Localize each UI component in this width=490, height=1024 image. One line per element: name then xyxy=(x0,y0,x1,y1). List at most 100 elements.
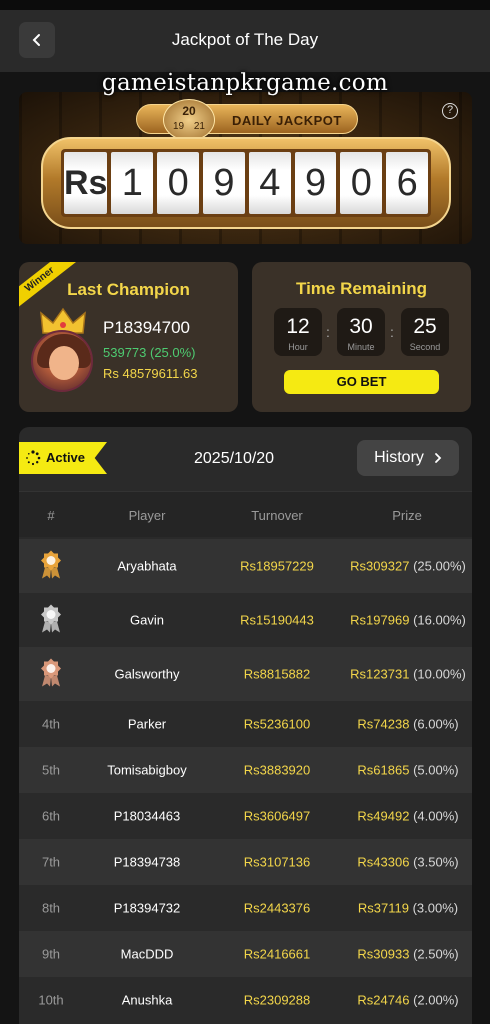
turnover-value: Rs2309288 xyxy=(243,992,311,1008)
status-strip xyxy=(0,0,490,10)
last-champion-card: Winner Last Champion P18394700 539773 (2… xyxy=(19,262,238,412)
turnover-value: Rs2416661 xyxy=(243,946,311,962)
chevron-right-icon xyxy=(434,453,442,463)
digit-reel: 9 xyxy=(203,152,245,214)
player-name: P18394738 xyxy=(113,854,181,870)
time-remaining-card: Time Remaining 12 Hour : 30 Minute : 25 … xyxy=(252,262,471,412)
player-name: Anushka xyxy=(121,992,173,1008)
digit-reel: 6 xyxy=(386,152,429,214)
champion-prize: Rs 48579611.63 xyxy=(103,366,198,381)
watermark-text: gameistanpkrgame.com xyxy=(101,70,389,96)
clock-day: 20 xyxy=(182,104,196,118)
table-header: # Player Turnover Prize xyxy=(19,491,472,537)
jackpot-counter: Rs 1094906 xyxy=(41,137,451,229)
prize-value: Rs309327 (25.00%) xyxy=(350,559,466,574)
player-name: Parker xyxy=(127,716,167,732)
turnover-value: Rs15190443 xyxy=(240,612,314,628)
daily-jackpot-label: DAILY JACKPOT xyxy=(232,113,342,128)
player-name: P18034463 xyxy=(113,808,181,824)
daily-jackpot-badge: 20 19 21 DAILY JACKPOT xyxy=(136,99,358,141)
champion-avatar xyxy=(31,330,93,392)
bronze-medal-icon xyxy=(39,658,63,691)
rank-label: 4th xyxy=(41,716,61,732)
prize-amount: Rs123731 xyxy=(350,666,410,682)
player-name: Gavin xyxy=(130,612,164,628)
table-row: 7th P18394738 Rs3107136 Rs43306 (3.50%) xyxy=(19,839,472,885)
table-row: 5th Tomisabigboy Rs3883920 Rs61865 (5.00%) xyxy=(19,747,472,793)
turnover-value: Rs18957229 xyxy=(240,558,314,574)
prize-value: Rs49492 (4.00%) xyxy=(357,809,458,824)
prize-amount: Rs309327 xyxy=(350,558,410,574)
rank-label: 7th xyxy=(41,854,61,870)
prize-amount: Rs43306 xyxy=(357,854,410,870)
rank-label: 10th xyxy=(38,992,64,1008)
prize-percent: (2.00%) xyxy=(413,992,459,1008)
go-bet-button[interactable]: GO BET xyxy=(284,370,439,394)
colon-separator: : xyxy=(390,324,394,340)
spinner-icon xyxy=(26,450,41,466)
counter-reels: Rs 1094906 xyxy=(61,149,431,217)
hour-box: 12 Hour xyxy=(274,308,322,356)
prize-value: Rs74238 (6.00%) xyxy=(357,717,458,732)
prize-amount: Rs74238 xyxy=(357,716,410,732)
rank-label: 5th xyxy=(41,762,61,778)
prize-value: Rs24746 (2.00%) xyxy=(357,993,458,1008)
history-button[interactable]: History xyxy=(357,440,459,476)
header-bar: Jackpot of The Day xyxy=(0,10,490,72)
prize-percent: (4.00%) xyxy=(413,808,459,824)
leaderboard: Active 2025/10/20 History # Player Turno… xyxy=(19,427,472,1024)
table-row: 9th MacDDD Rs2416661 Rs30933 (2.50%) xyxy=(19,931,472,977)
turnover-value: Rs3107136 xyxy=(243,854,311,870)
hour-value: 12 xyxy=(286,315,310,338)
active-status-badge: Active xyxy=(19,442,107,474)
column-rank: # xyxy=(47,508,55,523)
turnover-value: Rs5236100 xyxy=(243,716,311,732)
prize-percent: (16.00%) xyxy=(413,612,466,628)
hour-label: Hour xyxy=(288,342,308,352)
clock-left: 19 xyxy=(173,121,185,132)
player-name: P18394732 xyxy=(113,900,181,916)
silver-medal-icon xyxy=(39,604,63,637)
table-row: 8th P18394732 Rs2443376 Rs37119 (3.00%) xyxy=(19,885,472,931)
minute-label: Minute xyxy=(347,342,375,352)
page-title: Jackpot of The Day xyxy=(171,30,319,49)
prize-amount: Rs49492 xyxy=(357,808,410,824)
prize-amount: Rs24746 xyxy=(357,992,410,1008)
second-box: 25 Second xyxy=(401,308,449,356)
digit-reel: 1 xyxy=(111,152,154,214)
table-row: Gavin Rs15190443 Rs197969 (16.00%) xyxy=(19,593,472,647)
champion-name: P18394700 xyxy=(103,318,190,337)
prize-value: Rs197969 (16.00%) xyxy=(350,613,466,628)
prize-amount: Rs197969 xyxy=(350,612,410,628)
column-turnover: Turnover xyxy=(251,508,303,523)
question-icon[interactable]: ? xyxy=(442,103,458,119)
active-label: Active xyxy=(46,450,86,465)
column-player: Player xyxy=(128,508,166,523)
prize-amount: Rs61865 xyxy=(357,762,410,778)
gold-medal-icon xyxy=(39,550,63,583)
prize-percent: (2.50%) xyxy=(413,946,459,962)
column-prize: Prize xyxy=(392,508,422,523)
rank-label: 8th xyxy=(41,900,61,916)
currency-reel: Rs xyxy=(64,152,108,214)
prize-value: Rs61865 (5.00%) xyxy=(357,763,458,778)
leaderboard-date: 2025/10/20 xyxy=(194,450,275,467)
prize-value: Rs123731 (10.00%) xyxy=(350,667,466,682)
turnover-value: Rs3606497 xyxy=(243,808,311,824)
prize-percent: (5.00%) xyxy=(413,762,459,778)
table-row: 6th P18034463 Rs3606497 Rs49492 (4.00%) xyxy=(19,793,472,839)
turnover-value: Rs3883920 xyxy=(243,762,311,778)
history-label: History xyxy=(374,449,424,466)
time-title: Time Remaining xyxy=(296,279,427,298)
prize-percent: (3.50%) xyxy=(413,854,459,870)
table-row: 4th Parker Rs5236100 Rs74238 (6.00%) xyxy=(19,701,472,747)
jackpot-banner: ? 20 19 21 DAILY JACKPOT Rs 1094906 xyxy=(19,92,472,244)
rank-label: 6th xyxy=(41,808,61,824)
player-name: Aryabhata xyxy=(117,558,177,574)
digit-reel: 0 xyxy=(340,152,383,214)
digit-reel: 4 xyxy=(248,152,291,214)
player-name: Tomisabigboy xyxy=(107,762,187,778)
prize-percent: (25.00%) xyxy=(413,558,466,574)
rank-label: 9th xyxy=(41,946,61,962)
table-row: Galsworthy Rs8815882 Rs123731 (10.00%) xyxy=(19,647,472,701)
